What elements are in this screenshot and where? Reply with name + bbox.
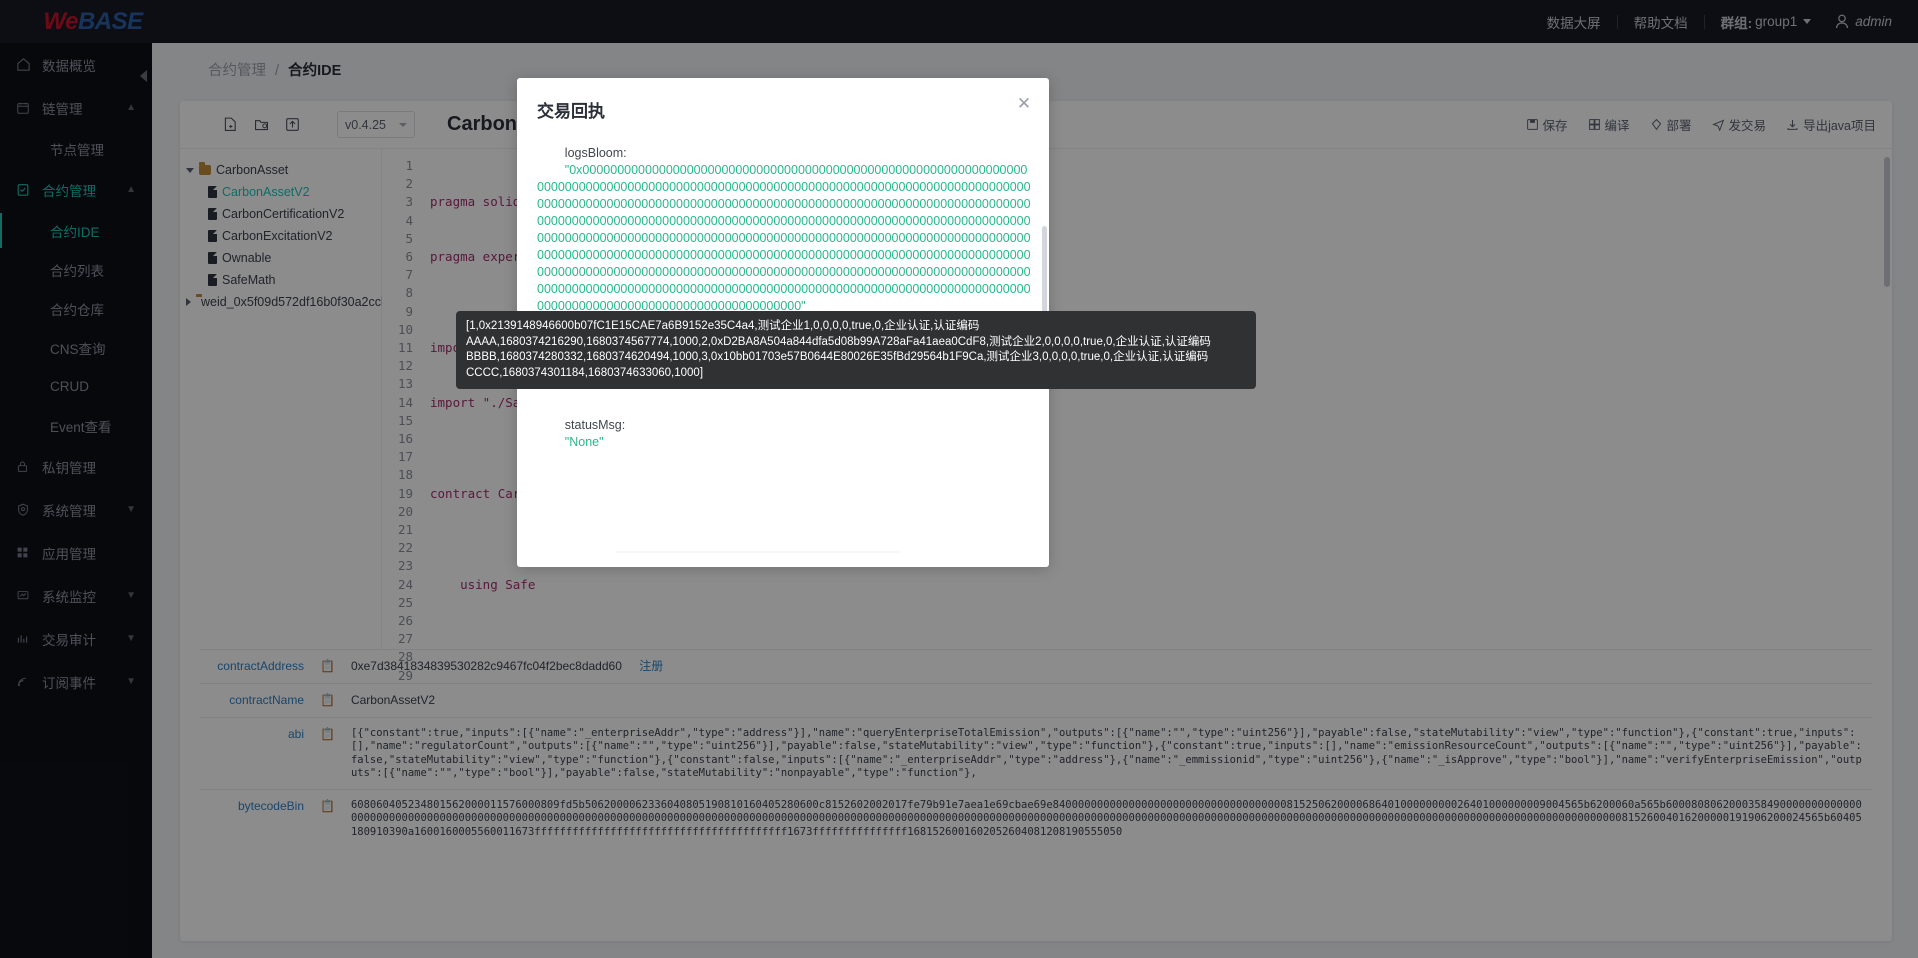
tooltip-occluded-area [537, 468, 1033, 542]
app-root: WeBASE 数据大屏 帮助文档 群组: group1 admin 数据概览 链… [0, 0, 1918, 958]
status-msg-row: statusMsg: "None" [537, 400, 1033, 468]
modal-header: 交易回执 ✕ [517, 78, 1049, 122]
tuple-value-tooltip: [1,0x2139148946600b07fC1E15CAE7a6B9152e3… [456, 311, 1256, 390]
logs-bloom-key: logsBloom: [564, 146, 627, 160]
tooltip-line-3: BBBB,1680374280332,1680374620494,1000,3,… [466, 351, 1209, 364]
modal-title: 交易回执 [537, 102, 605, 121]
tooltip-line-1: [1,0x2139148946600b07fC1E15CAE7a6B9152e3… [466, 320, 980, 332]
status-msg-value: "None" [564, 435, 604, 449]
logs-bloom-row: logsBloom: "0x00000000000000000000000000… [537, 128, 1033, 332]
status-msg-key: statusMsg: [564, 418, 626, 432]
close-icon[interactable]: ✕ [1015, 95, 1033, 114]
tooltip-line-4: CCCC,1680374301184,1680374633060,1000] [466, 366, 704, 379]
tooltip-line-2: AAAA,1680374216290,1680374567774,1000,2,… [466, 335, 1211, 348]
logs-bloom-value: "0x0000000000000000000000000000000000000… [537, 163, 1031, 313]
tuple-output-row: tuple[] [1,0x213914... [615, 551, 901, 553]
